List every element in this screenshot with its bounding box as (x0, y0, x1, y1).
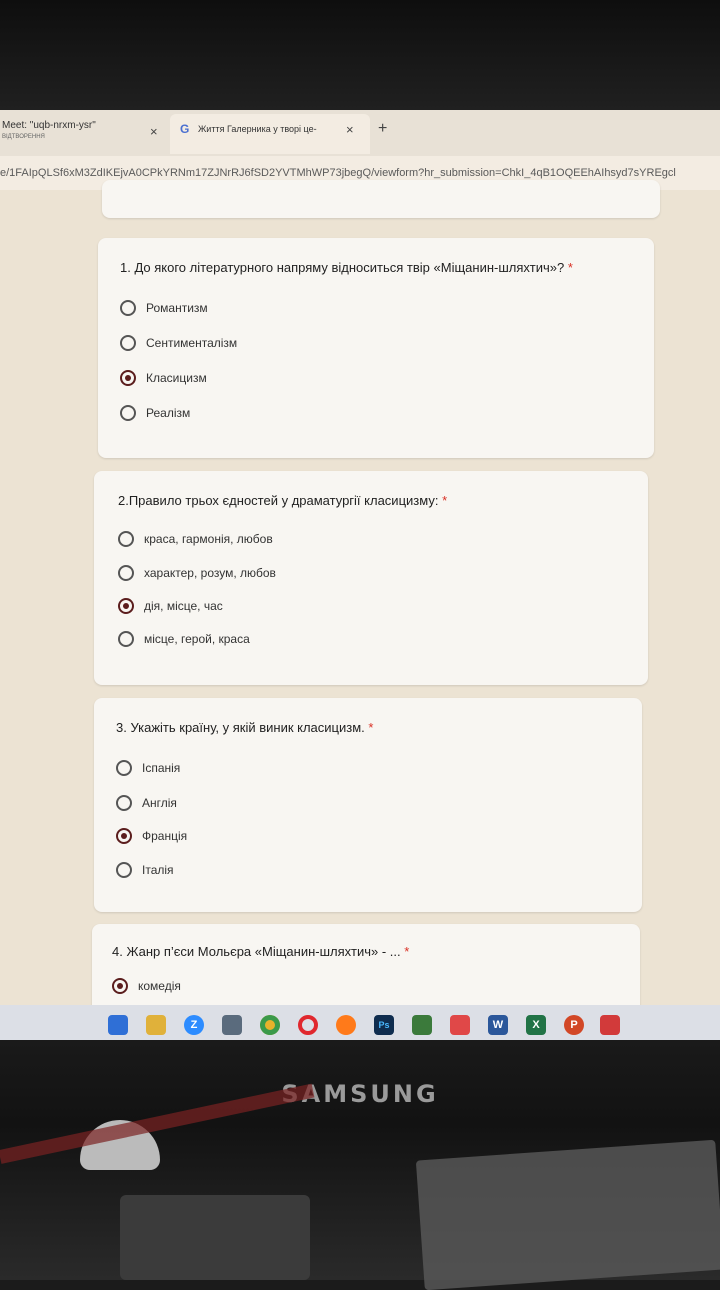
tab-google-search[interactable]: G Життя Галерника у творі це- × (170, 114, 370, 154)
radio-button[interactable] (120, 300, 136, 316)
radio-button[interactable] (120, 335, 136, 351)
question-card-2: 2.Правило трьох єдностей у драматургії к… (94, 471, 648, 685)
radio-button-checked[interactable] (120, 370, 136, 386)
previous-card (102, 180, 660, 218)
question-title: 2.Правило трьох єдностей у драматургії к… (118, 493, 448, 508)
excel-icon[interactable]: X (526, 1015, 546, 1035)
desk-package (120, 1195, 310, 1280)
radio-button[interactable] (120, 405, 136, 421)
radio-button-checked[interactable] (112, 978, 128, 994)
radio-button-checked[interactable] (118, 598, 134, 614)
question-card-3: 3. Укажіть країну, у якій виник класициз… (94, 698, 642, 912)
radio-button[interactable] (116, 760, 132, 776)
new-tab-button[interactable]: + (378, 120, 387, 138)
word-icon[interactable]: W (488, 1015, 508, 1035)
windows-taskbar: Z Ps W X P (0, 1005, 720, 1040)
form-page: 1. До якого літературного напряму віднос… (0, 180, 720, 1040)
radio-button[interactable] (118, 565, 134, 581)
option-label: Класицизм (146, 371, 207, 385)
paint-icon[interactable] (450, 1015, 470, 1035)
option-label: Реалізм (146, 406, 191, 420)
calculator-icon[interactable] (222, 1015, 242, 1035)
option-label: комедія (138, 979, 181, 993)
option-label: Романтизм (146, 301, 208, 315)
close-icon[interactable]: × (150, 124, 158, 139)
question-title: 3. Укажіть країну, у якій виник класициз… (116, 720, 374, 735)
option-label: Франція (142, 829, 188, 843)
radio-button[interactable] (116, 862, 132, 878)
option-label: місце, герой, краса (144, 632, 250, 646)
close-icon[interactable]: × (346, 122, 354, 137)
radio-button[interactable] (118, 531, 134, 547)
photoshop-icon[interactable]: Ps (374, 1015, 394, 1035)
monitor-screen: Meet: "uqb-nrxm-ysr" ВІДТВОРЕННЯ × G Жит… (0, 110, 720, 1040)
tab-google-title: Життя Галерника у творі це- (198, 124, 317, 134)
browser-tab-bar: Meet: "uqb-nrxm-ysr" ВІДТВОРЕННЯ × G Жит… (0, 110, 720, 156)
option-label: дія, місце, час (144, 599, 223, 613)
question-card-1: 1. До якого літературного напряму віднос… (98, 238, 654, 458)
zoom-icon[interactable]: Z (184, 1015, 204, 1035)
opera-icon[interactable] (298, 1015, 318, 1035)
windows-icon[interactable] (108, 1015, 128, 1035)
option-label: краса, гармонія, любов (144, 532, 273, 546)
file-explorer-icon[interactable] (146, 1015, 166, 1035)
radio-button[interactable] (118, 631, 134, 647)
question-title: 4. Жанр п’єси Мольєра «Міщанин-шляхтич» … (112, 944, 410, 959)
option-label: характер, розум, любов (144, 566, 276, 580)
desk-paper (415, 1139, 720, 1290)
option-label: Іспанія (142, 761, 181, 775)
monitor-top-bezel (0, 0, 720, 110)
tab-meet-title: Meet: "uqb-nrxm-ysr" (2, 120, 96, 131)
firefox-icon[interactable] (336, 1015, 356, 1035)
question-title: 1. До якого літературного напряму віднос… (120, 260, 573, 275)
option-label: Англія (142, 796, 177, 810)
option-label: Сентименталізм (146, 336, 238, 350)
powerpoint-icon[interactable]: P (564, 1015, 584, 1035)
radio-button[interactable] (116, 795, 132, 811)
tab-meet[interactable]: Meet: "uqb-nrxm-ysr" ВІДТВОРЕННЯ × (0, 114, 170, 154)
chrome-icon[interactable] (260, 1015, 280, 1035)
monitor-brand-logo: SAMSUNG (281, 1080, 439, 1108)
snipping-tool-icon[interactable] (600, 1015, 620, 1035)
tab-meet-subtitle: ВІДТВОРЕННЯ (2, 134, 45, 140)
solitaire-icon[interactable] (412, 1015, 432, 1035)
url-text[interactable]: e/1FAIpQLSf6xM3ZdIKEjvA0CPkYRNm17ZJNrRJ6… (0, 167, 676, 179)
google-icon: G (180, 122, 190, 136)
option-label: Італія (142, 863, 174, 877)
radio-button-checked[interactable] (116, 828, 132, 844)
